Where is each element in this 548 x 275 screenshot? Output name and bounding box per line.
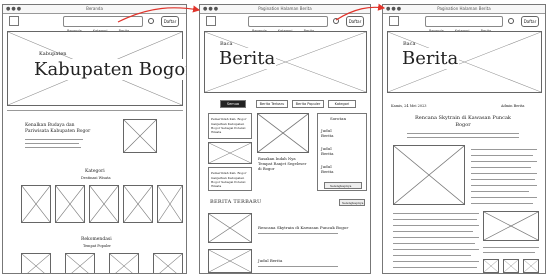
flow-arrow-icon	[117, 3, 386, 23]
